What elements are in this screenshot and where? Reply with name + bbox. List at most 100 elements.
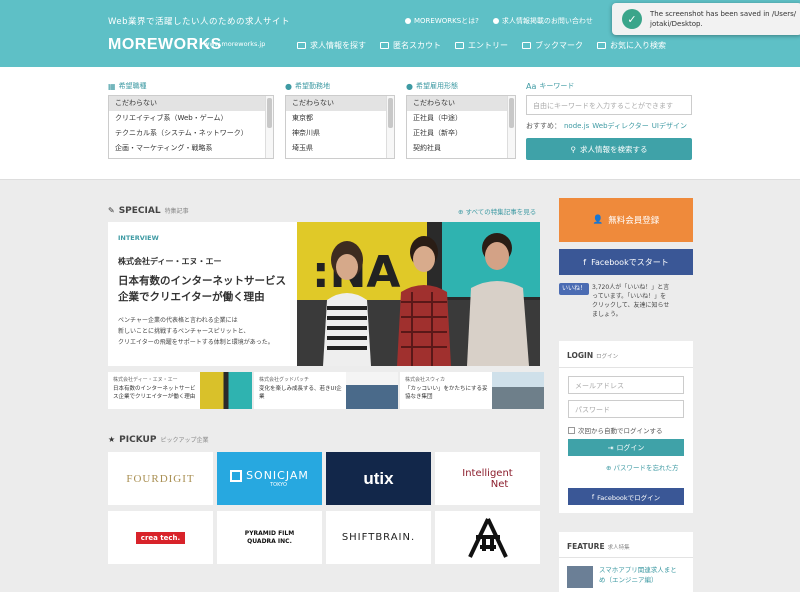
keyword-filter: Aa キーワード 自由にキーワードを入力することができます おすすめ： node.j… xyxy=(526,81,692,160)
facebook-login-button[interactable]: f Facebookでログイン xyxy=(568,488,684,505)
nav-search-jobs[interactable]: 求人情報を探す xyxy=(297,40,366,51)
company-logo-createch[interactable]: crea tech. xyxy=(108,511,213,564)
like-button[interactable]: いいね！ xyxy=(559,283,590,295)
location-filter: ● 希望勤務地 こだわらない 東京都 神奈川県 埼玉県 xyxy=(285,81,395,159)
article-card[interactable]: 株式会社スウィカ 「カッコいい」をかたちにする妥協なき集団 xyxy=(400,372,544,409)
register-button[interactable]: 👤 無料会員登録 xyxy=(559,198,693,242)
pencil-icon: ✎ xyxy=(108,206,115,215)
nav-favorite-search[interactable]: お気に入り検索 xyxy=(597,40,666,51)
article-list: 株式会社ディー・エヌ・エー 日本有数のインターネットサービス企業でクリエイターが… xyxy=(108,372,544,409)
occupation-label: 希望職種 xyxy=(118,82,147,90)
occupation-select[interactable]: こだわらない クリエイティブ系（Web・ゲーム） テクニカル系（システム・ネット… xyxy=(108,95,274,159)
nav-scout[interactable]: 匿名スカウト xyxy=(380,40,441,51)
like-count-text: 3,720人が「いいね！」と言っています。「いいね！」をクリックして、友達に知ら… xyxy=(592,284,670,318)
bookmark-icon xyxy=(522,42,531,49)
article-description: ベンチャー企業の代表格と言われる企業には 新しいことに挑戦するベンチャースピリット… xyxy=(118,317,274,346)
option[interactable]: こだわらない xyxy=(109,96,273,111)
user-icon: 👤 xyxy=(592,215,604,225)
option[interactable]: こだわらない xyxy=(286,96,394,111)
password-field[interactable]: パスワード xyxy=(568,400,684,418)
nav-bookmark[interactable]: ブックマーク xyxy=(522,40,583,51)
article-thumbnail xyxy=(492,372,544,409)
top-links: MOREWORKSとは? 求人情報掲載のお問い合わせ xyxy=(405,16,593,26)
option[interactable]: 契約社員 xyxy=(407,141,515,156)
forgot-password-link[interactable]: ⊕ パスワードを忘れた方 xyxy=(606,462,679,472)
option[interactable]: 東京都 xyxy=(286,111,394,126)
location-label: 希望勤務地 xyxy=(294,82,330,90)
option[interactable]: 神奈川県 xyxy=(286,126,394,141)
option[interactable]: テクニカル系（システム・ネットワーク） xyxy=(109,126,273,141)
company-logo-shiftbrain[interactable]: SHIFTBRAIN. xyxy=(326,511,431,564)
feature-article-card[interactable]: INTERVIEW 株式会社ディー・エヌ・エー 日本有数のインターネットサービス… xyxy=(108,222,540,366)
recommend-link[interactable]: Webディレクター xyxy=(592,122,649,130)
company-logo-pyramidfilm[interactable]: PYRAMID FILM QUADRA INC. xyxy=(217,511,322,564)
keyword-input[interactable]: 自由にキーワードを入力することができます xyxy=(526,95,692,115)
checkbox[interactable] xyxy=(568,426,575,434)
top-link-contact[interactable]: 求人情報掲載のお問い合わせ xyxy=(492,16,593,26)
main-nav: 求人情報を探す 匿名スカウト エントリー ブックマーク お気に入り検索 xyxy=(297,40,666,51)
notification-line2: jotaki/Desktop. xyxy=(650,20,703,28)
facebook-icon: f xyxy=(591,492,595,501)
option[interactable]: 埼玉県 xyxy=(286,141,394,156)
article-thumbnail xyxy=(346,372,398,409)
article-thumbnail xyxy=(200,372,252,409)
option[interactable]: 正社員（中途） xyxy=(407,111,515,126)
map-pin-icon: ● xyxy=(285,81,292,91)
company-logo-utix[interactable]: utix xyxy=(326,452,431,505)
email-field[interactable]: メールアドレス xyxy=(568,376,684,394)
scrollbar[interactable] xyxy=(386,96,394,158)
person-icon: ● xyxy=(406,81,413,91)
login-box: LOGIN ログイン メールアドレス パスワード 次回から自動でログインする ⇥ ロ… xyxy=(559,341,693,513)
scrollbar[interactable] xyxy=(265,96,273,158)
list-icon xyxy=(297,42,306,49)
login-button[interactable]: ⇥ ログイン xyxy=(568,439,684,456)
feature-box: FEATURE 求人特集 スマホアプリ関連求人まと め（エンジニア編） xyxy=(559,532,693,592)
notification-line1: The screenshot has been saved in /Users/ xyxy=(650,10,797,18)
facebook-start-button[interactable]: f Facebookでスタート xyxy=(559,249,693,275)
facebook-icon: f xyxy=(583,257,587,267)
nav-entry[interactable]: エントリー xyxy=(455,40,508,51)
article-headline: 日本有数のインターネットサービス 企業でクリエイターが働く理由 xyxy=(118,275,286,303)
company-logo-intelligentnet[interactable]: Intelligent Net xyxy=(435,452,540,505)
article-card[interactable]: 株式会社ディー・エヌ・エー 日本有数のインターネットサービス企業でクリエイターが… xyxy=(108,372,252,409)
article-tag: INTERVIEW xyxy=(118,234,159,242)
recommend-link[interactable]: node.js xyxy=(564,122,589,130)
pickup-logo-grid: FOURDIGIT SONICJAM TOKYO utix Intelligent… xyxy=(108,452,540,564)
top-link-about[interactable]: MOREWORKSとは? xyxy=(405,16,479,26)
scrollbar[interactable] xyxy=(507,96,515,158)
recommend-keywords: おすすめ： node.js Webディレクター UIデザイン xyxy=(526,122,687,130)
logo-url: www.moreworks.jp xyxy=(204,40,266,48)
article-photo[interactable]: :NA xyxy=(297,222,540,366)
feature-thumbnail[interactable] xyxy=(567,566,593,588)
option[interactable]: 正社員（新卒） xyxy=(407,126,515,141)
user-icon xyxy=(380,42,389,49)
recommend-link[interactable]: UIデザイン xyxy=(652,122,687,130)
company-logo-sonicjam[interactable]: SONICJAM TOKYO xyxy=(217,452,322,505)
search-folder-icon xyxy=(597,42,606,49)
all-features-link[interactable]: ⊕ すべての特集記事を見る xyxy=(458,206,536,216)
cloud-check-icon: ✓ xyxy=(622,9,642,29)
option[interactable]: 企画・マーケティング・戦略系 xyxy=(109,141,273,156)
site-header: Web業界で活躍したい人のための求人サイト MOREWORKS www.more… xyxy=(0,0,800,67)
option[interactable]: こだわらない xyxy=(407,96,515,111)
article-company: 株式会社ディー・エヌ・エー xyxy=(118,257,222,266)
info-icon xyxy=(405,18,411,24)
special-heading: ✎ SPECIAL 特集記事 xyxy=(108,206,189,216)
search-jobs-button[interactable]: ⚲ 求人情報を検索する xyxy=(526,138,692,160)
location-select[interactable]: こだわらない 東京都 神奈川県 埼玉県 xyxy=(285,95,395,159)
remember-me[interactable]: 次回から自動でログインする xyxy=(568,425,663,435)
feature-link[interactable]: スマホアプリ関連求人まと め（エンジニア編） xyxy=(599,565,677,585)
tagline: Web業界で活躍したい人のための求人サイト xyxy=(108,17,291,27)
option[interactable]: クリエイティブ系（Web・ゲーム） xyxy=(109,111,273,126)
star-icon: ★ xyxy=(108,435,116,444)
company-logo-bbb[interactable] xyxy=(435,511,540,564)
employment-select[interactable]: こだわらない 正社員（中途） 正社員（新卒） 契約社員 xyxy=(406,95,516,159)
article-card[interactable]: 株式会社グッドパッチ 変化を楽しみ成長する、若きUI企業 xyxy=(254,372,398,409)
screenshot-notification[interactable]: ✓ The screenshot has been saved in /User… xyxy=(612,3,800,35)
company-logo-fourdigit[interactable]: FOURDIGIT xyxy=(108,452,213,505)
keyword-label: キーワード xyxy=(539,82,575,90)
login-icon: ⇥ xyxy=(607,443,614,452)
employment-filter: ● 希望雇用形態 こだわらない 正社員（中途） 正社員（新卒） 契約社員 xyxy=(406,81,516,159)
search-icon: ⚲ xyxy=(570,144,577,154)
pickup-heading: ★ PICKUP ピックアップ企業 xyxy=(108,435,209,445)
